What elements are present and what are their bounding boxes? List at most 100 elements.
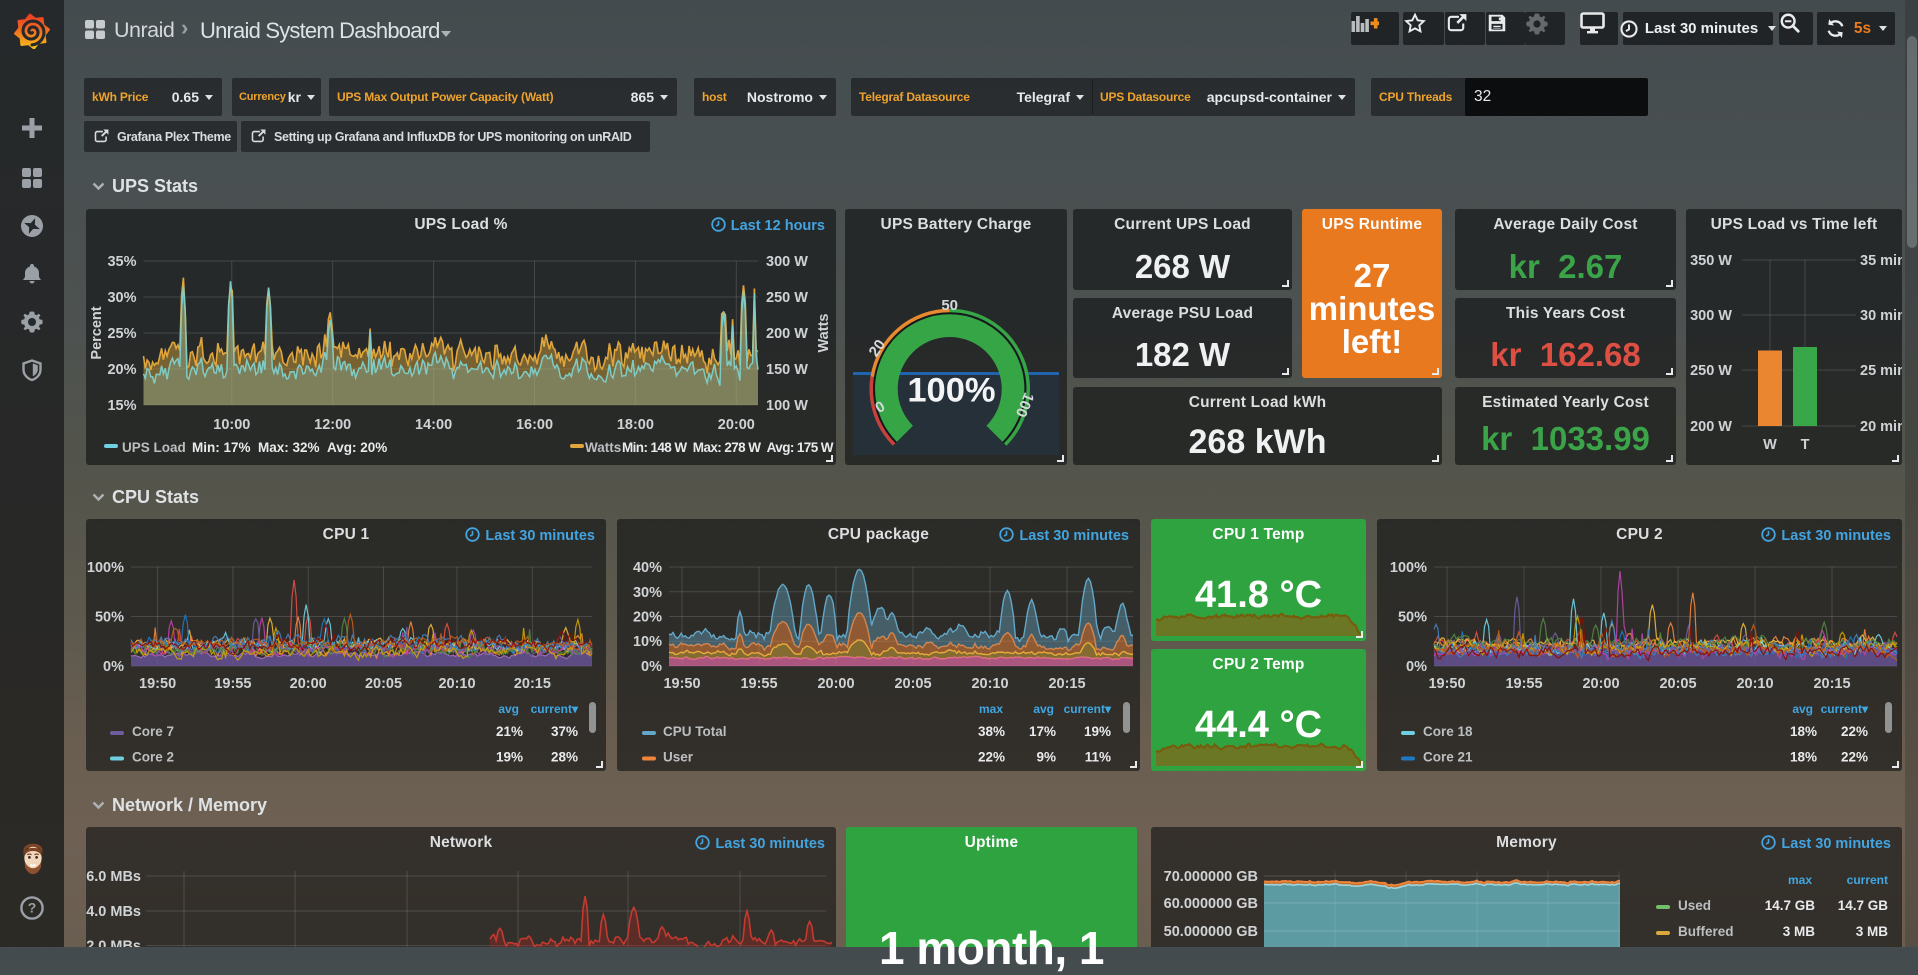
svg-text:10%: 10% [633,634,662,650]
svg-text:17%: 17% [1029,724,1056,739]
svg-text:current▾: current▾ [1064,702,1112,716]
svg-text:28%: 28% [551,750,578,765]
svg-text:50: 50 [941,297,958,314]
svg-text:19:55: 19:55 [740,676,777,692]
svg-text:100%: 100% [907,372,995,410]
svg-text:30%: 30% [107,290,136,306]
svg-text:0%: 0% [641,659,662,675]
svg-text:300 W: 300 W [1690,308,1732,324]
svg-text:18%: 18% [1790,724,1817,739]
svg-text:50%: 50% [95,610,124,626]
svg-text:22%: 22% [1841,724,1868,739]
svg-text:16:00: 16:00 [516,417,553,433]
svg-text:60.000000 GB: 60.000000 GB [1164,896,1258,912]
svg-text:70.000000 GB: 70.000000 GB [1164,869,1258,885]
svg-text:19:50: 19:50 [139,676,176,692]
svg-text:35%: 35% [107,254,136,270]
svg-text:35 min: 35 min [1860,253,1902,269]
svg-text:20:05: 20:05 [894,676,931,692]
svg-text:100 W: 100 W [766,398,808,414]
svg-text:20 min: 20 min [1860,419,1902,435]
svg-text:max: max [979,702,1003,716]
svg-text:current▾: current▾ [1821,702,1869,716]
svg-text:Watts: Watts [585,440,621,455]
svg-text:37%: 37% [551,724,578,739]
svg-text:20:15: 20:15 [514,676,551,692]
svg-text:Core 7: Core 7 [132,724,174,739]
svg-text:11%: 11% [1085,750,1111,765]
svg-text:18:00: 18:00 [617,417,654,433]
svg-text:40%: 40% [633,560,662,576]
svg-text:CPU Total: CPU Total [663,724,727,739]
svg-text:20:10: 20:10 [1736,676,1773,692]
svg-text:25%: 25% [107,326,136,342]
svg-text:Watts: Watts [816,314,832,353]
svg-text:50%: 50% [1398,610,1427,626]
svg-text:20%: 20% [107,362,136,378]
svg-text:Core 18: Core 18 [1423,724,1473,739]
svg-text:20:00: 20:00 [290,676,327,692]
svg-text:Buffered: Buffered [1678,924,1734,939]
svg-text:20:00: 20:00 [1582,676,1619,692]
svg-text:14.7 GB: 14.7 GB [1765,898,1816,913]
svg-text:350 W: 350 W [1690,253,1732,269]
svg-text:18%: 18% [1790,750,1817,765]
svg-text:0%: 0% [1406,659,1427,675]
svg-text:19:50: 19:50 [663,676,700,692]
svg-text:Min: 148 W Max: 278 W Avg: 1: Min: 148 W Max: 278 W Avg: 175 W [622,440,834,455]
svg-text:20:15: 20:15 [1813,676,1850,692]
svg-text:T: T [1801,437,1810,453]
svg-text:150 W: 150 W [766,362,808,378]
svg-text:W: W [1763,437,1777,453]
svg-text:200 W: 200 W [1690,419,1732,435]
svg-text:Core 21: Core 21 [1423,750,1473,765]
svg-text:6.0 MBs: 6.0 MBs [86,869,141,885]
svg-text:20:05: 20:05 [365,676,402,692]
svg-text:100%: 100% [87,560,124,576]
svg-text:10:00: 10:00 [213,417,250,433]
svg-text:3 MB: 3 MB [1783,924,1816,939]
svg-text:20:00: 20:00 [817,676,854,692]
svg-text:20:15: 20:15 [1048,676,1085,692]
svg-text:38%: 38% [978,724,1005,739]
svg-text:Min: 17% Max: 32% Avg: 20%: Min: 17% Max: 32% Avg: 20% [192,440,387,455]
svg-text:avg: avg [498,702,519,716]
svg-text:250 W: 250 W [766,290,808,306]
svg-text:20:00: 20:00 [718,417,755,433]
svg-text:Core 2: Core 2 [132,750,174,765]
svg-text:100%: 100% [1390,560,1427,576]
svg-text:19%: 19% [1084,724,1111,739]
svg-text:avg: avg [1033,702,1054,716]
svg-text:3 MB: 3 MB [1856,924,1889,939]
svg-text:Used: Used [1678,898,1711,913]
svg-text:4.0 MBs: 4.0 MBs [86,904,141,920]
svg-text:20:10: 20:10 [971,676,1008,692]
svg-text:14:00: 14:00 [415,417,452,433]
svg-text:19:55: 19:55 [214,676,251,692]
svg-text:avg: avg [1792,702,1813,716]
svg-text:22%: 22% [1841,750,1868,765]
svg-text:current: current [1847,873,1888,887]
svg-text:300 W: 300 W [766,254,808,270]
svg-text:30%: 30% [633,585,662,601]
svg-text:19:50: 19:50 [1428,676,1465,692]
svg-text:20:10: 20:10 [438,676,475,692]
svg-text:UPS Load: UPS Load [122,440,186,455]
svg-text:15%: 15% [107,398,136,414]
svg-text:21%: 21% [496,724,523,739]
svg-text:19:55: 19:55 [1505,676,1542,692]
svg-text:9%: 9% [1036,750,1056,765]
svg-text:25 min: 25 min [1860,363,1902,379]
svg-text:Percent: Percent [89,306,105,359]
svg-text:User: User [663,750,694,765]
svg-text:current▾: current▾ [531,702,579,716]
svg-text:22%: 22% [978,750,1005,765]
svg-text:200 W: 200 W [766,326,808,342]
svg-text:max: max [1788,873,1812,887]
svg-text:2.0 MBs: 2.0 MBs [86,939,141,948]
svg-text:12:00: 12:00 [314,417,351,433]
svg-text:50.000000 GB: 50.000000 GB [1164,924,1258,940]
svg-text:20:05: 20:05 [1659,676,1696,692]
svg-text:14.7 GB: 14.7 GB [1838,898,1889,913]
svg-text:30 min: 30 min [1860,308,1902,324]
